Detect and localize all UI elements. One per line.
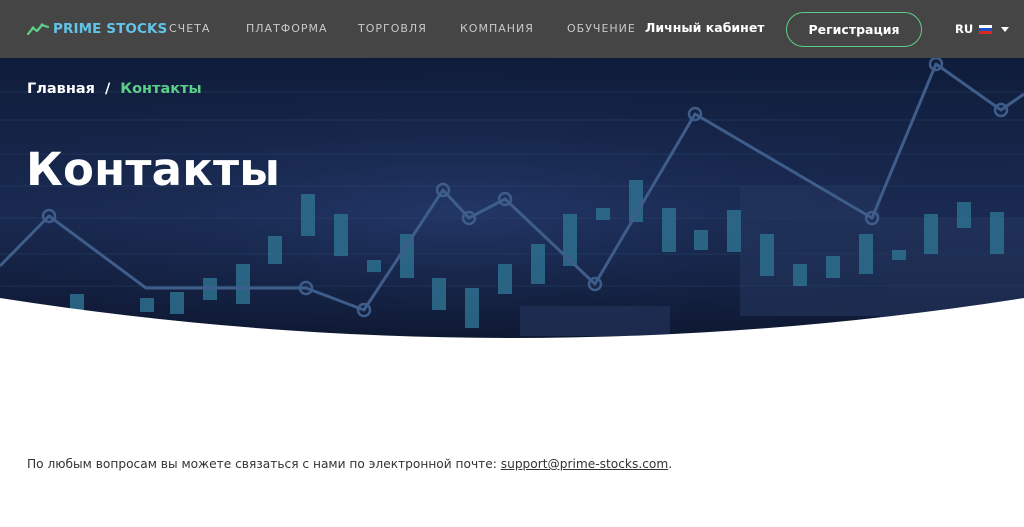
nav-item-trading[interactable]: ТОРГОВЛЯ — [358, 22, 427, 35]
breadcrumb: Главная / Контакты — [27, 81, 202, 97]
nav-item-accounts[interactable]: СЧЕТА — [169, 22, 210, 35]
support-email-link[interactable]: support@prime-stocks.com — [501, 457, 668, 471]
hero-banner — [0, 58, 1024, 338]
contact-text: По любым вопросам вы можете связаться с … — [27, 457, 501, 471]
nav-item-company[interactable]: КОМПАНИЯ — [460, 22, 534, 35]
register-button[interactable]: Регистрация — [786, 12, 922, 47]
site-header: PRIME STOCKS СЧЕТА ПЛАТФОРМА ТОРГОВЛЯ КО… — [0, 0, 1024, 58]
nav-item-education[interactable]: ОБУЧЕНИЕ — [567, 22, 636, 35]
breadcrumb-separator: / — [104, 81, 111, 97]
chevron-down-icon — [1001, 26, 1010, 32]
contact-paragraph: По любым вопросам вы можете связаться с … — [27, 457, 672, 471]
nav-item-platform[interactable]: ПЛАТФОРМА — [246, 22, 328, 35]
personal-cabinet-link[interactable]: Личный кабинет — [645, 20, 765, 35]
logo-text: PRIME STOCKS — [53, 21, 168, 37]
chart-logo-icon — [27, 23, 49, 36]
logo[interactable]: PRIME STOCKS — [27, 21, 167, 37]
breadcrumb-current: Контакты — [120, 81, 202, 97]
hero-background-chart — [0, 58, 1024, 338]
contact-text-end: . — [668, 457, 673, 471]
breadcrumb-home-link[interactable]: Главная — [27, 81, 95, 97]
russia-flag-icon — [979, 24, 993, 34]
page-title: Контакты — [26, 143, 281, 196]
language-code: RU — [955, 22, 974, 36]
language-selector[interactable]: RU — [955, 22, 1010, 36]
